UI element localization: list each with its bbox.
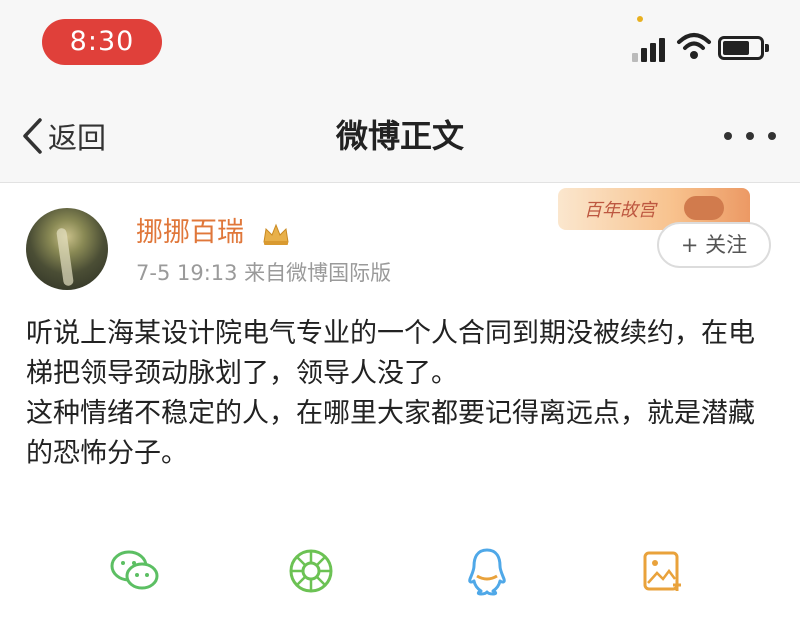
more-dot-icon xyxy=(768,132,776,140)
share-qq-button[interactable] xyxy=(452,536,522,606)
page-title: 微博正文 xyxy=(335,117,464,155)
back-button[interactable]: 返回 xyxy=(20,114,106,158)
moments-icon xyxy=(289,549,333,593)
status-bar: 8:30 xyxy=(0,0,800,90)
post-paragraph: 听说上海某设计院电气专业的一个人合同到期没被续约，在电梯把领导颈动脉划了，领导人… xyxy=(26,318,755,389)
more-dot-icon xyxy=(746,132,754,140)
status-time: 8:30 xyxy=(42,19,162,65)
wifi-icon xyxy=(677,33,711,59)
share-wechat-button[interactable] xyxy=(100,536,170,606)
more-options-button[interactable] xyxy=(724,128,776,144)
crown-icon xyxy=(263,223,289,245)
privacy-indicator-icon xyxy=(637,16,643,22)
post-paragraph: 这种情绪不稳定的人，在哪里大家都要记得离远点，就是潜藏的恐怖分子。 xyxy=(26,398,755,469)
promo-text: 百年故宫 xyxy=(584,200,656,221)
post-meta: 7-5 19:13 来自微博国际版 xyxy=(136,261,392,285)
cellular-signal-icon xyxy=(632,36,668,62)
share-picture-button[interactable] xyxy=(628,536,698,606)
share-moments-button[interactable] xyxy=(276,536,346,606)
share-bar xyxy=(0,536,800,616)
promo-icon xyxy=(684,196,724,220)
picture-icon xyxy=(643,551,681,591)
navigation-bar: 返回 微博正文 xyxy=(0,90,800,183)
more-dot-icon xyxy=(724,132,732,140)
qq-icon xyxy=(468,548,506,596)
avatar[interactable] xyxy=(26,208,108,290)
follow-button[interactable]: + 关注 xyxy=(657,222,771,268)
battery-icon xyxy=(718,36,769,60)
chevron-left-icon xyxy=(23,118,42,154)
wechat-icon xyxy=(110,550,159,590)
back-label: 返回 xyxy=(48,121,107,155)
username[interactable]: 挪挪百瑞 xyxy=(136,214,244,252)
post-content: 听说上海某设计院电气专业的一个人合同到期没被续约，在电梯把领导颈动脉划了，领导人… xyxy=(26,314,776,474)
